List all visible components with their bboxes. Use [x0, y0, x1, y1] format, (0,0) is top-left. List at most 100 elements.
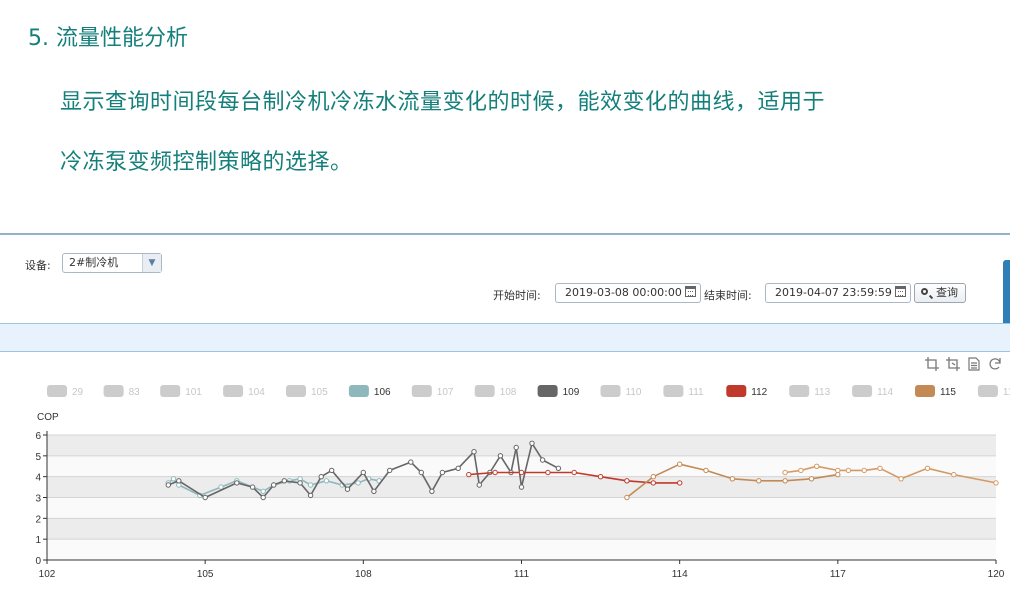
data-point-109[interactable] [476, 482, 482, 488]
legend-swatch[interactable] [103, 385, 124, 397]
data-point-109[interactable] [418, 469, 424, 476]
data-point-11[interactable] [993, 480, 999, 486]
legend-item-115[interactable]: 115 [915, 385, 956, 398]
legend-label[interactable]: 110 [626, 387, 642, 398]
legend-swatch[interactable] [977, 385, 998, 397]
legend-label[interactable]: 111 [688, 387, 704, 398]
legend-item-83[interactable]: 83 [103, 385, 141, 398]
legend-item-101[interactable]: 101 [160, 385, 202, 398]
data-point-109[interactable] [518, 484, 525, 490]
data-point-115[interactable] [624, 494, 630, 501]
data-point-109[interactable] [329, 467, 335, 474]
data-point-109[interactable] [408, 459, 414, 465]
data-point-115[interactable] [782, 478, 788, 484]
data-point-106[interactable] [307, 482, 314, 488]
data-point-109[interactable] [513, 444, 519, 451]
data-point-109[interactable] [260, 494, 266, 501]
legend-item-114[interactable]: 114 [852, 385, 893, 398]
data-point-11[interactable] [877, 465, 883, 471]
data-point-109[interactable] [281, 478, 287, 484]
legend-label[interactable]: 109 [563, 387, 580, 398]
legend-label[interactable]: 105 [311, 387, 328, 398]
legend-item-104[interactable]: 104 [223, 385, 265, 398]
legend-label[interactable]: 83 [129, 387, 141, 398]
data-point-109[interactable] [318, 474, 324, 480]
data-point-106[interactable] [323, 478, 330, 484]
data-point-11[interactable] [835, 467, 841, 474]
legend-item-110[interactable]: 110 [600, 385, 642, 398]
data-point-109[interactable] [165, 482, 172, 488]
data-point-109[interactable] [271, 482, 277, 488]
data-point-109[interactable] [249, 484, 256, 490]
legend-item-111[interactable]: 111 [663, 385, 704, 398]
legend-item-105[interactable]: 105 [286, 385, 328, 398]
legend-label[interactable]: 101 [185, 387, 202, 398]
data-point-109[interactable] [471, 449, 477, 455]
legend-swatch[interactable] [663, 385, 684, 397]
data-point-112[interactable] [466, 471, 472, 478]
data-point-109[interactable] [307, 492, 314, 499]
legend-swatch[interactable] [160, 385, 181, 397]
legend-swatch[interactable] [223, 385, 244, 397]
legend-item-113[interactable]: 113 [789, 385, 831, 398]
data-point-115[interactable] [808, 476, 815, 482]
data-point-11[interactable] [845, 467, 852, 474]
data-point-109[interactable] [429, 488, 435, 494]
legend-item-107[interactable]: 107 [411, 385, 454, 398]
legend-item-106[interactable]: 106 [348, 385, 391, 398]
data-point-106[interactable] [170, 476, 177, 482]
data-point-112[interactable] [518, 469, 525, 476]
legend-label[interactable]: 114 [877, 387, 893, 398]
data-point-109[interactable] [455, 465, 461, 471]
data-point-112[interactable] [597, 474, 604, 480]
data-point-112[interactable] [571, 469, 577, 476]
legend-swatch[interactable] [600, 385, 621, 397]
data-point-115[interactable] [677, 461, 683, 467]
data-point-112[interactable] [624, 478, 630, 484]
data-point-11[interactable] [924, 465, 931, 471]
legend-label[interactable]: 106 [374, 387, 391, 398]
legend-item-29[interactable]: 29 [47, 385, 84, 398]
legend-item-108[interactable]: 108 [474, 385, 517, 398]
data-point-109[interactable] [234, 480, 240, 486]
legend-swatch[interactable] [915, 385, 935, 397]
data-point-112[interactable] [545, 469, 551, 476]
data-point-109[interactable] [297, 480, 303, 486]
data-point-11[interactable] [782, 469, 788, 476]
legend-swatch[interactable] [47, 385, 67, 397]
data-point-11[interactable] [951, 471, 957, 478]
data-point-109[interactable] [344, 486, 351, 492]
legend-swatch[interactable] [286, 385, 306, 397]
legend-swatch[interactable] [474, 385, 495, 397]
legend-item-109[interactable]: 109 [537, 385, 580, 398]
data-point-112[interactable] [650, 480, 656, 486]
data-point-11[interactable] [814, 463, 820, 469]
data-point-109[interactable] [360, 469, 366, 476]
data-point-109[interactable] [202, 494, 208, 501]
legend-swatch[interactable] [726, 385, 747, 397]
legend-swatch[interactable] [852, 385, 873, 397]
legend-swatch[interactable] [789, 385, 810, 397]
data-point-112[interactable] [492, 469, 498, 476]
legend-label[interactable]: 108 [500, 387, 517, 398]
data-point-11[interactable] [861, 467, 867, 474]
legend-item-116[interactable]: 116 [977, 385, 1010, 398]
data-point-115[interactable] [703, 467, 709, 474]
data-point-109[interactable] [176, 478, 182, 484]
data-point-11[interactable] [798, 467, 804, 474]
data-point-106[interactable] [260, 488, 266, 494]
legend-swatch[interactable] [411, 385, 432, 397]
legend-label[interactable]: 29 [72, 387, 84, 398]
data-point-115[interactable] [650, 474, 656, 480]
data-point-109[interactable] [555, 465, 562, 471]
legend-label[interactable]: 113 [814, 387, 830, 398]
data-point-109[interactable] [497, 453, 504, 459]
data-point-115[interactable] [729, 476, 736, 482]
legend-label[interactable]: 112 [751, 387, 767, 398]
data-point-11[interactable] [898, 476, 904, 482]
data-point-109[interactable] [539, 457, 546, 463]
data-point-109[interactable] [529, 440, 535, 446]
data-point-109[interactable] [439, 469, 446, 476]
legend-swatch[interactable] [537, 385, 558, 397]
data-point-115[interactable] [756, 478, 762, 484]
